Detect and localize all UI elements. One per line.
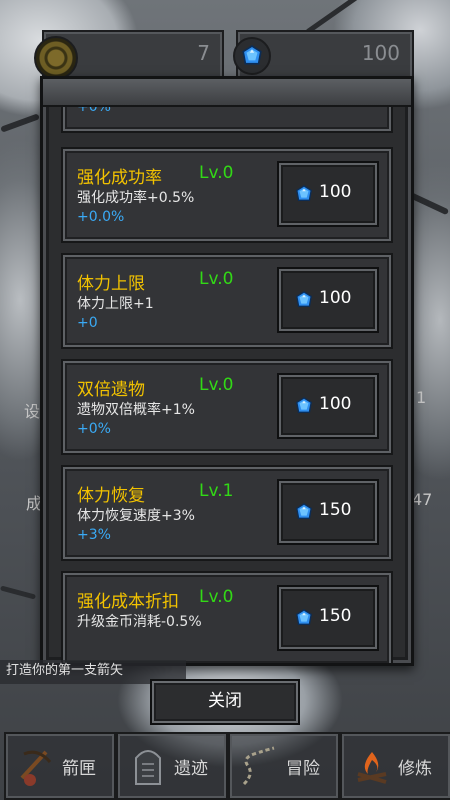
gem-amount: 100	[361, 41, 400, 65]
upgrade-description: 遗物双倍概率+1%	[77, 402, 195, 418]
upgrade-level: Lv.0	[199, 375, 234, 395]
upgrade-description: 强化成功率+0.5%	[77, 190, 195, 206]
upgrade-name: 双倍遗物	[77, 380, 145, 400]
upgrade-description: 体力恢复速度+3%	[77, 508, 195, 524]
nav-tab-training[interactable]: 修炼	[340, 732, 450, 800]
upgrade-list[interactable]: +0% 强化成功率 Lv.0 强化成功率+0.5% +0.0% 100 体力上限…	[61, 79, 393, 663]
upgrade-level: Lv.0	[199, 163, 234, 183]
gem-icon	[295, 185, 313, 203]
upgrade-level: Lv.1	[199, 481, 234, 501]
coin-amount: 7	[197, 41, 210, 65]
peek-text-left: 设	[24, 402, 41, 421]
upgrade-cost: 150	[319, 606, 352, 626]
close-button[interactable]: 关闭	[150, 679, 300, 725]
upgrade-cost: 100	[319, 394, 352, 414]
crossbow-icon	[20, 750, 52, 786]
tombstone-icon	[135, 750, 161, 785]
upgrade-card: 强化成功率 Lv.0 强化成功率+0.5% +0.0% 100	[61, 147, 393, 243]
upgrade-cost: 150	[319, 500, 352, 520]
upgrade-modal: +0% 强化成功率 Lv.0 强化成功率+0.5% +0.0% 100 体力上限…	[40, 76, 414, 666]
nav-tab-adventure[interactable]: 冒险	[228, 732, 340, 800]
upgrade-name: 强化成本折扣	[77, 592, 179, 612]
upgrade-name: 强化成功率	[77, 168, 162, 188]
upgrade-current-value: +0.0%	[77, 209, 125, 225]
bottom-nav: 箭匣 遗迹 冒险 修炼	[0, 728, 450, 800]
upgrade-current-value: +0%	[77, 421, 111, 437]
upgrade-current-value: +3%	[77, 527, 111, 543]
coin-icon	[34, 36, 78, 80]
upgrade-cost: 100	[319, 288, 352, 308]
upgrade-name: 体力上限	[77, 274, 145, 294]
upgrade-card: 双倍遗物 Lv.0 遗物双倍概率+1% +0% 100	[61, 359, 393, 455]
nav-label: 遗迹	[174, 759, 208, 779]
upgrade-description: 升级金币消耗-0.5%	[77, 614, 202, 630]
upgrade-current-value: +0	[77, 315, 98, 331]
gem-icon	[295, 291, 313, 309]
peek-text-right: 1	[416, 388, 427, 407]
gem-icon	[295, 609, 313, 627]
upgrade-level: Lv.0	[199, 587, 234, 607]
peek-text-right: 47	[412, 490, 433, 509]
path-map-icon	[242, 746, 275, 786]
gem-icon	[295, 503, 313, 521]
modal-top-rail	[43, 79, 411, 107]
campfire-icon	[357, 752, 387, 784]
nav-label: 修炼	[398, 759, 432, 779]
upgrade-buy-button[interactable]: 100	[277, 267, 379, 333]
upgrade-name: 体力恢复	[77, 486, 145, 506]
upgrade-cost: 100	[319, 182, 352, 202]
gem-icon	[295, 397, 313, 415]
upgrade-buy-button[interactable]: 100	[277, 373, 379, 439]
upgrade-card: 强化成本折扣 Lv.0 升级金币消耗-0.5% 150	[61, 571, 393, 663]
gem-icon	[233, 37, 271, 75]
nav-label: 冒险	[286, 759, 320, 779]
nav-tab-ruins[interactable]: 遗迹	[116, 732, 228, 800]
upgrade-level: Lv.0	[199, 269, 234, 289]
upgrade-buy-button[interactable]: 150	[277, 585, 379, 651]
upgrade-card: 体力恢复 Lv.1 体力恢复速度+3% +3% 150	[61, 465, 393, 561]
nav-label: 箭匣	[62, 759, 96, 779]
upgrade-buy-button[interactable]: 100	[277, 161, 379, 227]
upgrade-card: 体力上限 Lv.0 体力上限+1 +0 100	[61, 253, 393, 349]
upgrade-buy-button[interactable]: 150	[277, 479, 379, 545]
nav-tab-arrow-case[interactable]: 箭匣	[4, 732, 116, 800]
upgrade-description: 体力上限+1	[77, 296, 154, 312]
